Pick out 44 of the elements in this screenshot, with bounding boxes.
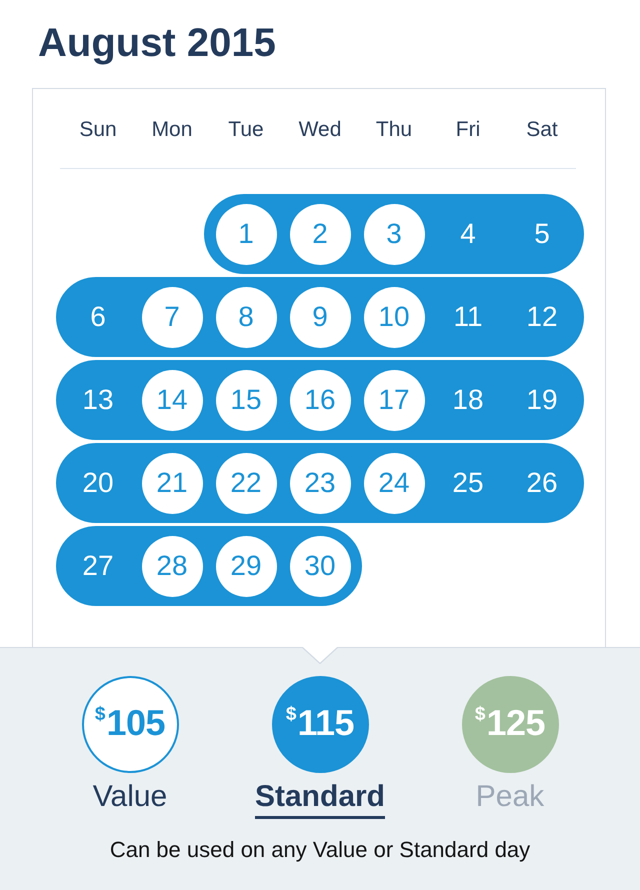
day-button[interactable]: 28 (142, 536, 202, 596)
month-title: August 2015 (38, 20, 276, 66)
day-button[interactable]: 16 (290, 370, 350, 430)
day-button[interactable]: 20 (82, 467, 114, 499)
day-button[interactable]: 23 (290, 452, 350, 514)
day-button[interactable]: 29 (216, 536, 276, 596)
day-button[interactable]: 22 (216, 452, 276, 514)
weekday-label: Sun (79, 117, 117, 143)
day-button[interactable]: 14 (142, 370, 202, 430)
day-button[interactable]: 10 (364, 286, 424, 348)
ticket-type-label: Peak (476, 779, 544, 815)
day-button[interactable]: 19 (526, 384, 558, 416)
weekday-label: Wed (298, 117, 342, 143)
day-button[interactable]: 12 (526, 301, 558, 333)
day-button[interactable]: 1 (216, 204, 276, 264)
day-button[interactable]: 13 (82, 384, 114, 416)
day-button[interactable]: 6 (90, 301, 106, 333)
day-button[interactable]: 21 (142, 452, 202, 514)
day-button[interactable]: 26 (526, 467, 558, 499)
usage-note: Can be used on any Value or Standard day (108, 836, 532, 864)
day-button[interactable]: 2 (290, 204, 350, 264)
day-button[interactable]: 30 (290, 536, 350, 596)
price-button[interactable]: $115 (272, 676, 368, 773)
day-button[interactable]: 8 (216, 286, 276, 348)
day-button[interactable]: 11 (453, 301, 483, 333)
day-button[interactable]: 17 (364, 370, 424, 430)
day-button[interactable]: 15 (216, 370, 276, 430)
day-button[interactable]: 5 (534, 218, 550, 250)
weekday-label: Fri (456, 117, 480, 143)
weekday-label: Tue (228, 117, 264, 143)
weekday-label: Mon (152, 117, 192, 143)
day-button[interactable]: 7 (142, 286, 202, 348)
day-button[interactable]: 9 (290, 286, 350, 348)
price-button[interactable]: $105 (82, 676, 178, 773)
day-button[interactable]: 4 (460, 218, 476, 250)
day-button[interactable]: 25 (452, 467, 484, 499)
day-button[interactable]: 18 (452, 384, 484, 416)
day-button[interactable]: 24 (364, 452, 424, 514)
weekday-label: Sat (526, 117, 558, 143)
ticket-type-label: Standard (254, 779, 386, 819)
day-button[interactable]: 27 (82, 550, 114, 582)
ticket-type-label: Value (92, 779, 168, 815)
day-button[interactable]: 3 (364, 204, 424, 264)
weekday-label: Thu (376, 117, 412, 143)
